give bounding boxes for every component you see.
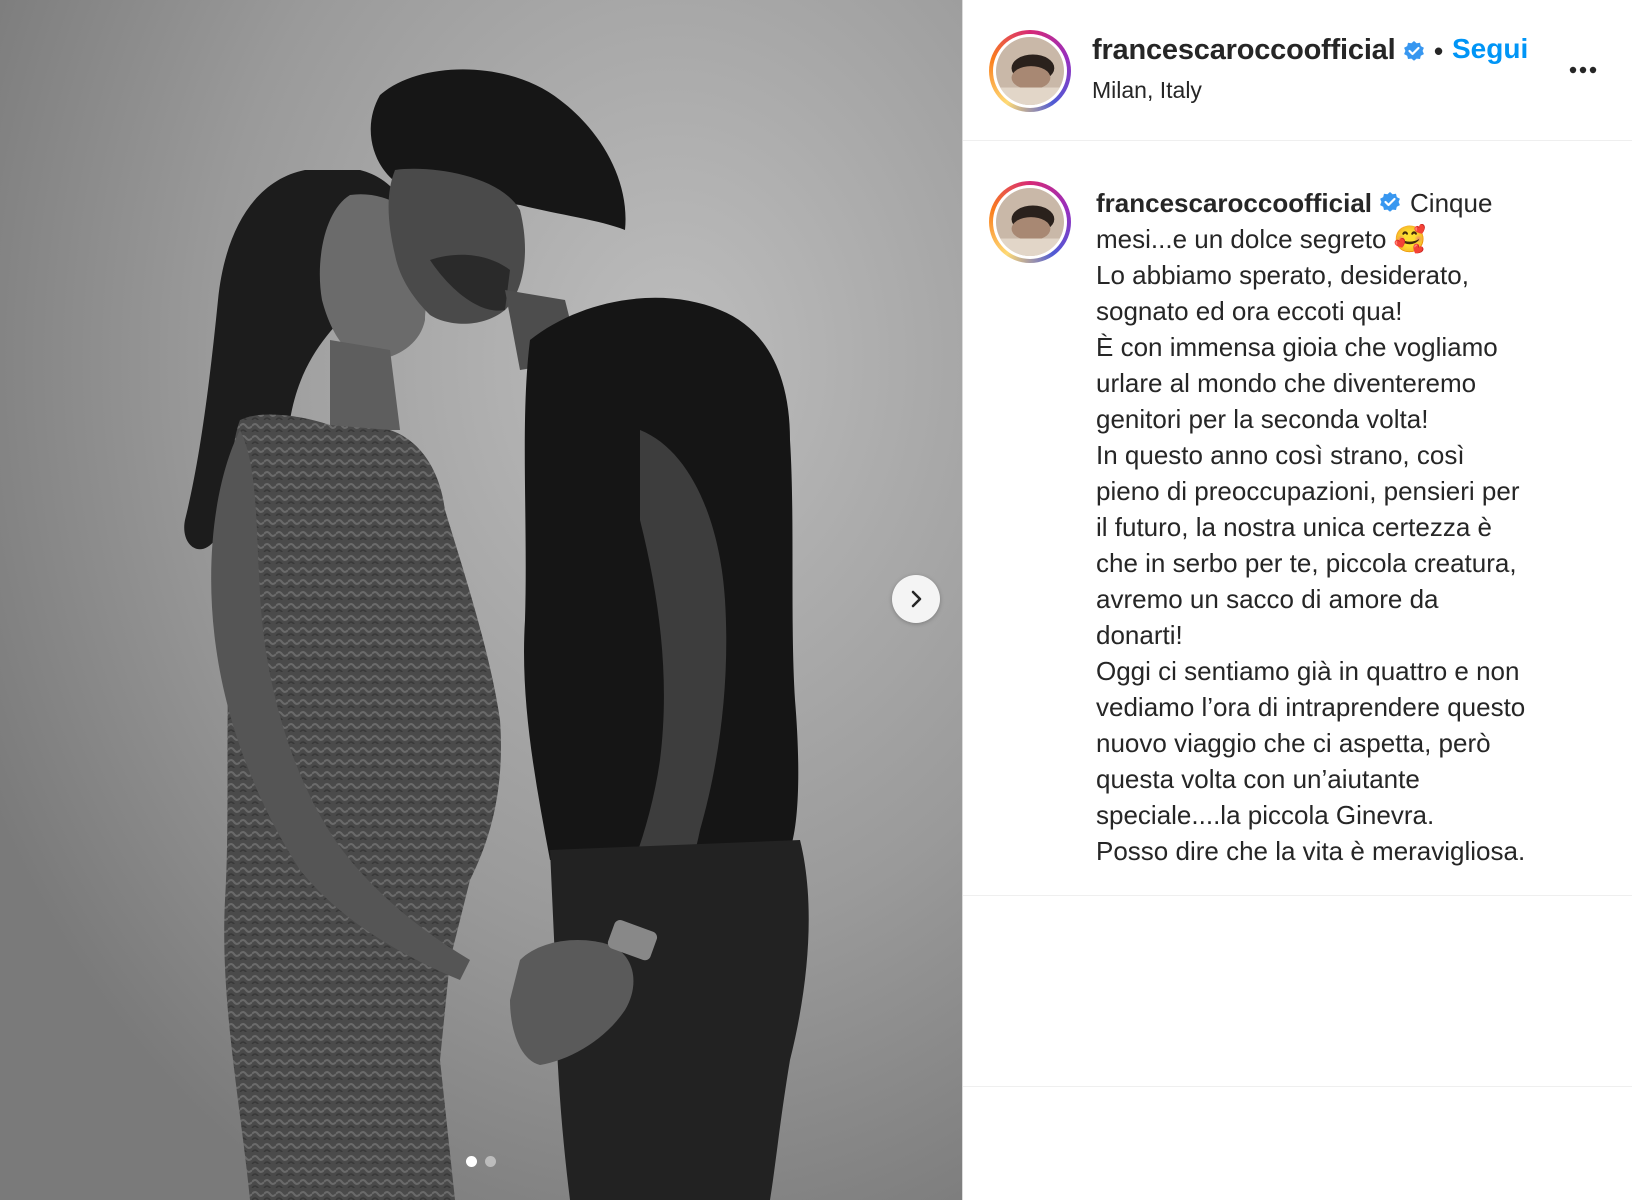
caption-author-avatar[interactable] (989, 181, 1071, 263)
chevron-right-icon (911, 590, 922, 608)
caption-line: pieno di preoccupazioni, pensieri per (1096, 476, 1520, 506)
caption-line: mesi...e un dolce segreto 🥰 (1096, 224, 1427, 254)
caption-line: Cinque (1410, 188, 1493, 218)
caption-line: genitori per la seconda volta! (1096, 404, 1429, 434)
carousel-dot (485, 1156, 496, 1167)
post-header: francescaroccoofficial • Segui Milan, It… (963, 0, 1632, 141)
caption-text: francescaroccoofficial Cinque mesi...e un… (1096, 185, 1596, 869)
caption-line: donarti! (1096, 620, 1183, 650)
profile-picture (996, 188, 1064, 256)
caption-line: questa volta con un’aiutante (1096, 764, 1420, 794)
profile-picture (996, 37, 1064, 105)
caption-first-line: francescaroccoofficial Cinque (1096, 185, 1596, 221)
caption-line: urlare al mondo che diventeremo (1096, 368, 1477, 398)
caption-line: il futuro, la nostra unica certezza è (1096, 512, 1492, 542)
couple-kiss-photo (0, 0, 962, 1200)
divider (963, 1086, 1632, 1087)
carousel-dot-active (466, 1156, 477, 1167)
post-location[interactable]: Milan, Italy (1092, 77, 1202, 104)
caption-line: avremo un sacco di amore da (1096, 584, 1439, 614)
caption-username[interactable]: francescaroccoofficial (1096, 188, 1372, 218)
caption-line: speciale....la piccola Ginevra. (1096, 800, 1435, 830)
author-username[interactable]: francescaroccoofficial (1092, 34, 1396, 67)
carousel-next-button[interactable] (892, 575, 940, 623)
caption-line: Lo abbiamo sperato, desiderato, (1096, 260, 1469, 290)
caption-section: francescaroccoofficial Cinque mesi...e un… (963, 141, 1632, 896)
caption-line: È con immensa gioia che vogliamo (1096, 332, 1498, 362)
caption-line: In questo anno così strano, così (1096, 440, 1465, 470)
author-avatar[interactable] (989, 30, 1071, 112)
verified-badge-icon (1380, 192, 1400, 212)
post-photo[interactable] (0, 0, 962, 1200)
carousel-indicator (0, 1156, 962, 1168)
caption-line: Posso dire che la vita è meravigliosa. (1096, 836, 1526, 866)
caption-line: nuovo viaggio che ci aspetta, però (1096, 728, 1491, 758)
separator-dot: • (1434, 36, 1444, 66)
caption-line: Oggi ci sentiamo già in quattro e non (1096, 656, 1520, 686)
more-options-icon[interactable] (1563, 58, 1603, 82)
caption-line: vediamo l’ora di intraprendere questo (1096, 692, 1526, 722)
verified-badge-icon (1404, 41, 1424, 61)
caption-line: sognato ed ora eccoti qua! (1096, 296, 1403, 326)
caption-line: che in serbo per te, piccola creatura, (1096, 548, 1517, 578)
follow-button[interactable]: Segui (1452, 33, 1528, 65)
comments-area (963, 896, 1632, 1086)
post-details-panel: francescaroccoofficial • Segui Milan, It… (962, 0, 1632, 1200)
